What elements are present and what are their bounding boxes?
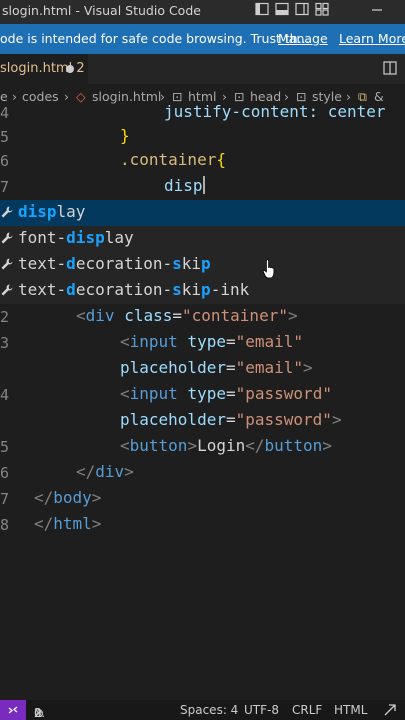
code-line: <button>Login</button> [120, 436, 332, 455]
suggestion-item[interactable]: text-decoration-skip [0, 252, 405, 278]
wrench-icon [1, 206, 13, 218]
code-editor[interactable]: 4 justify-content: center 5 } 6 .contain… [0, 102, 405, 700]
line-number: 8 [0, 516, 10, 534]
remote-icon [8, 706, 18, 714]
line-number: 5 [0, 128, 10, 146]
feedback-icon[interactable] [383, 703, 397, 720]
status-bar: ⊗ 2 ⚠ 0 Spaces: 4 UTF-8 CRLF HTML [0, 700, 405, 720]
code-line: </html> [34, 514, 102, 533]
title-bar: slogin.html - Visual Studio Code [0, 0, 405, 24]
code-line: placeholder="password"> [120, 410, 342, 429]
window-controls [249, 0, 405, 24]
line-number: 4 [0, 386, 10, 404]
tab-bar: slogin.html 2 [0, 54, 405, 84]
wrench-icon [1, 258, 13, 270]
wrench-icon [1, 284, 13, 296]
toggle-panel-icon[interactable] [275, 0, 289, 24]
mouse-pointer-icon [262, 259, 275, 279]
code-line: .container{ [120, 150, 226, 169]
window-title: slogin.html - Visual Studio Code [2, 3, 201, 18]
code-line: </body> [34, 488, 102, 507]
minimize-icon[interactable] [371, 0, 383, 24]
line-number: 6 [0, 464, 10, 482]
breadcrumb-item[interactable]: e [0, 89, 8, 104]
customize-layout-icon[interactable] [315, 0, 329, 24]
line-number: 5 [0, 438, 10, 456]
unsaved-dot-icon[interactable] [66, 65, 74, 73]
toggle-secondary-sidebar-icon[interactable] [295, 0, 309, 24]
suggestion-item[interactable]: text-decoration-skip-ink [0, 278, 405, 304]
line-number: 7 [0, 178, 10, 196]
text-caret [202, 176, 205, 194]
language-mode-status[interactable]: HTML [334, 703, 367, 717]
wrench-icon [1, 232, 13, 244]
code-line: <div class="container"> [76, 306, 298, 325]
line-number: 4 [0, 104, 10, 122]
learn-more-link[interactable]: Learn More [339, 31, 405, 46]
suggestion-item[interactable]: font-display [0, 226, 405, 252]
tab-slogin-html[interactable]: slogin.html 2 [0, 54, 88, 84]
split-editor-icon[interactable] [383, 61, 397, 75]
code-line: disp [164, 176, 205, 195]
code-line: placeholder="email"> [120, 358, 313, 377]
indentation-status[interactable]: Spaces: 4 [180, 703, 238, 717]
banner-message: ode is intended for safe code browsing. … [0, 31, 310, 46]
breadcrumb-item[interactable]: slogin.html [92, 89, 161, 104]
code-line: </div> [76, 462, 134, 481]
restricted-mode-banner: ode is intended for safe code browsing. … [0, 24, 405, 54]
breadcrumb-item[interactable]: codes [22, 89, 59, 104]
suggestion-item[interactable]: display [0, 200, 405, 226]
eol-status[interactable]: CRLF [292, 703, 322, 717]
html-file-icon: ◇ [76, 89, 86, 104]
toggle-primary-sidebar-icon[interactable] [255, 0, 269, 24]
chevron-right-icon: › [64, 89, 69, 104]
manage-link[interactable]: Manage [278, 31, 328, 46]
code-line: justify-content: center [164, 102, 386, 121]
chevron-right-icon: › [12, 89, 17, 104]
line-number: 6 [0, 152, 10, 170]
line-number: 7 [0, 490, 10, 508]
code-line: <input type="password" [120, 384, 332, 403]
suggest-widget: display font-display text-decoration-ski… [0, 200, 405, 304]
code-line: <input type="email" [120, 332, 304, 351]
code-line: } [120, 126, 130, 145]
encoding-status[interactable]: UTF-8 [244, 703, 279, 717]
remote-indicator[interactable] [0, 700, 26, 720]
